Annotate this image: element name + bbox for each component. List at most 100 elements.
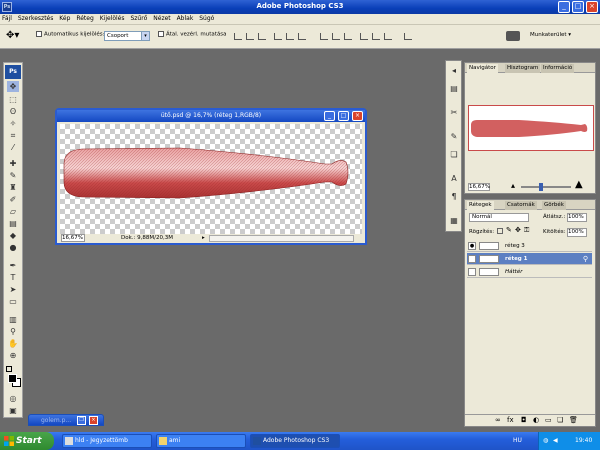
eraser-tool-icon[interactable]: ▱ [7, 206, 19, 217]
foreground-color-swatch[interactable] [8, 374, 17, 383]
photoshop-logo[interactable]: Ps [5, 65, 21, 79]
visibility-toggle[interactable] [468, 268, 476, 276]
dock-expand-icon[interactable]: ◂ [448, 65, 460, 76]
layer-row[interactable]: Háttér [467, 266, 592, 278]
navigator-zoom-field[interactable]: 16,67% [468, 183, 490, 191]
taskbar-item-photoshop[interactable]: Adobe Photoshop CS3 [250, 434, 340, 448]
tools-panel-icon[interactable]: ✂ [448, 107, 460, 118]
history-brush-tool-icon[interactable]: ✐ [7, 194, 19, 205]
menu-window[interactable]: Ablak [175, 14, 196, 23]
menu-help[interactable]: Súgó [197, 14, 216, 23]
distribute-bottom-icon[interactable] [344, 33, 352, 40]
taskbar-item-notepad[interactable]: hld - Jegyzettömb [62, 434, 152, 448]
move-tool-icon[interactable]: ✥ [7, 81, 19, 92]
align-left-icon[interactable] [274, 33, 282, 40]
navigator-zoom-slider[interactable] [521, 183, 571, 191]
maximize-window-button[interactable]: □ [572, 1, 584, 13]
path-selection-tool-icon[interactable]: ➤ [7, 284, 19, 295]
navigator-preview[interactable] [468, 105, 594, 151]
magic-wand-tool-icon[interactable]: ✧ [7, 118, 19, 129]
distribute-hcenter-icon[interactable] [372, 33, 380, 40]
align-vcenter-icon[interactable] [246, 33, 254, 40]
visibility-toggle[interactable] [468, 255, 476, 263]
pen-tool-icon[interactable]: ✒ [7, 260, 19, 271]
show-transform-option[interactable]: Átal. vezérl. mutatása [158, 31, 227, 38]
hand-tool-icon[interactable]: ✋ [7, 338, 19, 349]
show-transform-checkbox[interactable] [158, 31, 164, 37]
align-bottom-icon[interactable] [258, 33, 266, 40]
horizontal-scrollbar[interactable] [209, 235, 354, 242]
paragraph-panel-icon[interactable]: ¶ [448, 191, 460, 202]
opacity-field[interactable]: 100% [567, 213, 587, 222]
document-zoom[interactable]: 16,67% [61, 234, 85, 242]
menu-layer[interactable]: Réteg [74, 14, 95, 23]
quick-mask-icon[interactable]: ◎ [7, 393, 19, 404]
move-tool-preset-icon[interactable]: ✥▾ [6, 30, 24, 42]
distribute-left-icon[interactable] [360, 33, 368, 40]
crop-tool-icon[interactable]: ⌗ [7, 130, 19, 141]
minimize-window-button[interactable]: _ [558, 1, 570, 13]
tab-channels[interactable]: Csatornák [505, 201, 537, 210]
tray-volume-icon[interactable]: ◀ [553, 432, 558, 450]
minimized-document-window[interactable]: golem.p... ❐ × [28, 414, 104, 426]
navigator-slider-handle[interactable] [539, 183, 543, 191]
tab-navigator[interactable]: Navigátor [467, 64, 498, 73]
gradient-tool-icon[interactable]: ▤ [7, 218, 19, 229]
zoom-out-icon[interactable]: ▴ [511, 181, 515, 190]
delete-layer-icon[interactable]: 🗑 [569, 415, 578, 426]
workspace-menu[interactable]: Munkaterület ▾ [530, 32, 571, 38]
auto-align-layers-icon[interactable] [404, 33, 412, 40]
lock-image-icon[interactable]: ✎ [506, 226, 512, 234]
zoom-tool-icon[interactable]: ⊕ [7, 350, 19, 361]
fill-field[interactable]: 100% [567, 228, 587, 237]
doc-minimize-button[interactable]: _ [324, 111, 335, 121]
tab-curves[interactable]: Görbék [542, 201, 566, 210]
new-layer-icon[interactable]: ❏ [557, 415, 563, 426]
marquee-tool-icon[interactable]: ⬚ [7, 94, 19, 105]
align-top-icon[interactable] [234, 33, 242, 40]
tray-clock[interactable]: 19:40 [575, 432, 592, 450]
auto-select-checkbox[interactable] [36, 31, 42, 37]
layer-mask-icon[interactable]: ◘ [521, 415, 527, 426]
lock-transparent-icon[interactable] [497, 228, 503, 234]
zoom-in-icon[interactable]: ▲ [575, 179, 583, 190]
adjustment-layer-icon[interactable]: ◐ [533, 415, 539, 426]
history-panel-icon[interactable]: ▤ [448, 83, 460, 94]
start-button[interactable]: Start [0, 432, 54, 450]
document-canvas[interactable] [60, 124, 362, 234]
menu-file[interactable]: Fájl [0, 14, 14, 23]
dodge-tool-icon[interactable]: ● [7, 242, 19, 253]
slice-tool-icon[interactable]: ⁄ [7, 142, 19, 153]
notes-tool-icon[interactable]: ▥ [7, 314, 19, 325]
minimized-close-button[interactable]: × [89, 416, 98, 425]
lasso-tool-icon[interactable]: ʘ [7, 106, 19, 117]
tab-histogram[interactable]: Hisztogram [505, 64, 541, 73]
workspace-icon[interactable] [506, 31, 520, 41]
blur-tool-icon[interactable]: ◆ [7, 230, 19, 241]
lock-position-icon[interactable]: ✥ [515, 226, 521, 234]
layer-style-icon[interactable]: fx [507, 415, 514, 426]
clone-source-panel-icon[interactable]: ❏ [448, 149, 460, 160]
menu-filter[interactable]: Szűrő [128, 14, 149, 23]
menu-edit[interactable]: Szerkesztés [16, 14, 56, 23]
auto-select-dropdown[interactable]: Csoport ▾ [104, 31, 150, 41]
default-colors-icon[interactable] [6, 366, 12, 372]
brush-tool-icon[interactable]: ✎ [7, 170, 19, 181]
distribute-vcenter-icon[interactable] [332, 33, 340, 40]
status-menu-arrow-icon[interactable]: ▸ [202, 234, 205, 243]
type-tool-icon[interactable]: T [7, 272, 19, 283]
shape-tool-icon[interactable]: ▭ [7, 296, 19, 307]
lock-all-icon[interactable]: ⚿ [524, 226, 529, 235]
minimized-restore-button[interactable]: ❐ [77, 416, 86, 425]
clone-stamp-tool-icon[interactable]: ♜ [7, 182, 19, 193]
menu-view[interactable]: Nézet [151, 14, 172, 23]
language-indicator[interactable]: HU [513, 432, 522, 450]
doc-maximize-button[interactable]: □ [338, 111, 349, 121]
layer-comps-panel-icon[interactable]: ▦ [448, 215, 460, 226]
screen-mode-icon[interactable]: ▣ [7, 405, 19, 416]
doc-close-button[interactable]: × [352, 111, 363, 121]
taskbar-item-folder[interactable]: ami [156, 434, 246, 448]
align-hcenter-icon[interactable] [286, 33, 294, 40]
layer-row[interactable]: ● réteg 3 [467, 240, 592, 252]
blend-mode-dropdown[interactable]: Normál [469, 213, 529, 222]
